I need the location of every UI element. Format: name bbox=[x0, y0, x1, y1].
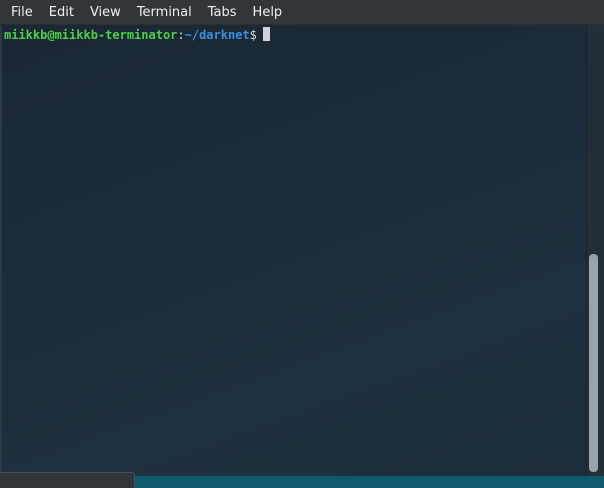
taskbar-tab[interactable] bbox=[0, 472, 135, 488]
scrollbar-thumb[interactable] bbox=[589, 254, 598, 472]
menu-view[interactable]: View bbox=[82, 0, 129, 25]
prompt-colon: : bbox=[177, 28, 185, 42]
prompt-line: miikkb@miikkb-terminator:~/darknet$ bbox=[4, 27, 270, 43]
menu-file[interactable]: File bbox=[3, 0, 41, 25]
menu-tabs[interactable]: Tabs bbox=[200, 0, 245, 25]
menu-help[interactable]: Help bbox=[245, 0, 291, 25]
terminal-area[interactable]: miikkb@miikkb-terminator:~/darknet$ bbox=[2, 25, 586, 476]
terminal-window: File Edit View Terminal Tabs Help miikkb… bbox=[0, 0, 604, 488]
menu-terminal[interactable]: Terminal bbox=[129, 0, 200, 25]
scrollbar-track[interactable] bbox=[586, 25, 604, 476]
menubar: File Edit View Terminal Tabs Help bbox=[0, 0, 604, 25]
prompt-user-host: miikkb@miikkb-terminator bbox=[4, 28, 178, 42]
prompt-path: ~/darknet bbox=[184, 28, 250, 42]
text-cursor bbox=[262, 27, 270, 41]
prompt-dollar: $ bbox=[249, 28, 257, 42]
menu-edit[interactable]: Edit bbox=[41, 0, 82, 25]
